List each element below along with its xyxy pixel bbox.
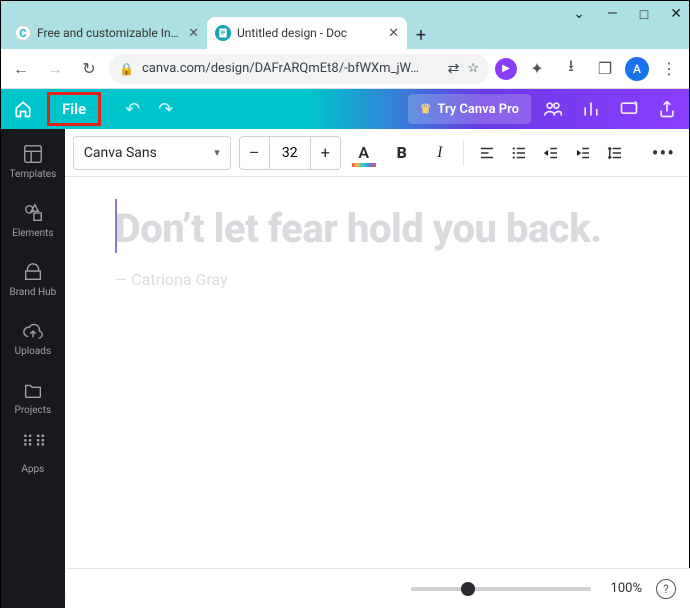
- extensions-icon[interactable]: ✦: [523, 55, 551, 83]
- editor-area: Canva Sans ▾ – 32 + A B I: [65, 129, 689, 608]
- projects-icon: [22, 379, 44, 401]
- quote-placeholder-text[interactable]: Don’t let fear hold you back.: [115, 205, 639, 252]
- present-icon[interactable]: [619, 99, 639, 119]
- font-size-increase-button[interactable]: +: [310, 137, 340, 169]
- toolbar-divider: [463, 140, 464, 166]
- sidebar-item-apps[interactable]: ⠿⠿ Apps: [3, 434, 63, 479]
- tab-title: Untitled design - Doc: [237, 26, 382, 40]
- downloads-icon[interactable]: ⭳: [557, 55, 585, 83]
- profile-avatar[interactable]: A: [625, 57, 649, 81]
- sidebar: Templates Elements Brand Hub Uploads Pro…: [1, 129, 65, 608]
- canvas-viewport[interactable]: Don’t let fear hold you back. — Catriona…: [65, 177, 689, 594]
- browser-tab-active[interactable]: Untitled design - Doc ✕: [207, 17, 407, 49]
- uploads-icon: [22, 320, 44, 342]
- home-icon: [13, 99, 33, 119]
- indent-button[interactable]: [568, 138, 598, 168]
- sidebar-item-label: Elements: [12, 228, 53, 239]
- zoom-slider[interactable]: [411, 587, 591, 591]
- bookmark-star-icon[interactable]: ☆: [467, 61, 479, 76]
- sidebar-item-label: Uploads: [15, 346, 51, 357]
- apps-icon: ⠿⠿: [22, 438, 44, 460]
- share-icon[interactable]: [657, 99, 677, 119]
- analytics-icon[interactable]: [581, 99, 601, 119]
- brand-hub-icon: [22, 261, 44, 283]
- nav-forward-button[interactable]: →: [41, 55, 69, 83]
- window-maximize-icon[interactable]: □: [640, 6, 648, 23]
- media-play-icon[interactable]: ▶: [495, 58, 517, 80]
- spacing-button[interactable]: [600, 138, 630, 168]
- crown-icon: ♛: [420, 102, 432, 117]
- text-toolbar: Canva Sans ▾ – 32 + A B I: [65, 129, 689, 177]
- chevron-down-icon: ▾: [214, 146, 220, 159]
- canva-topbar: File ↶ ↷ ♛ Try Canva Pro: [1, 89, 689, 129]
- collaborators-icon[interactable]: [543, 99, 563, 119]
- font-size-group: – 32 +: [239, 136, 341, 170]
- font-size-decrease-button[interactable]: –: [240, 137, 270, 169]
- sidebar-item-label: Projects: [15, 405, 52, 416]
- sidebar-item-label: Brand Hub: [9, 287, 56, 298]
- font-name: Canva Sans: [84, 145, 157, 161]
- font-size-input[interactable]: 32: [270, 145, 310, 161]
- tab-close-icon[interactable]: ✕: [388, 26, 399, 41]
- try-pro-label: Try Canva Pro: [437, 102, 519, 117]
- file-menu-button[interactable]: File: [47, 92, 101, 126]
- tab-close-icon[interactable]: ✕: [188, 26, 199, 41]
- list-button[interactable]: [504, 138, 534, 168]
- zoom-percent[interactable]: 100%: [611, 581, 642, 596]
- toolbar-more-button[interactable]: •••: [646, 141, 681, 165]
- sidebar-item-elements[interactable]: Elements: [3, 198, 63, 243]
- canva-favicon-icon: C: [15, 25, 31, 41]
- sidebar-item-label: Templates: [9, 169, 56, 180]
- side-panel-icon[interactable]: ❐: [591, 55, 619, 83]
- text-color-letter: A: [358, 143, 369, 162]
- text-cursor: [115, 199, 117, 253]
- try-canva-pro-button[interactable]: ♛ Try Canva Pro: [408, 94, 531, 124]
- help-button[interactable]: ?: [656, 579, 676, 599]
- templates-icon: [22, 143, 44, 165]
- align-button[interactable]: [472, 138, 502, 168]
- home-button[interactable]: [1, 89, 45, 129]
- url-text: canva.com/design/DAFrARQmEt8/-bfWXm_jW…: [142, 61, 440, 76]
- sidebar-item-label: Apps: [21, 464, 44, 475]
- doc-favicon-icon: [215, 25, 231, 41]
- font-family-select[interactable]: Canva Sans ▾: [73, 136, 231, 170]
- bold-button[interactable]: B: [387, 138, 417, 168]
- window-dropdown-icon[interactable]: ⌄: [573, 6, 585, 23]
- quote-author-text[interactable]: — Catriona Gray: [115, 270, 639, 289]
- sidebar-item-templates[interactable]: Templates: [3, 139, 63, 184]
- sidebar-item-brand-hub[interactable]: Brand Hub: [3, 257, 63, 302]
- browser-menu-icon[interactable]: ⋮: [655, 55, 683, 83]
- zoom-slider-knob[interactable]: [461, 582, 475, 596]
- sidebar-item-projects[interactable]: Projects: [3, 375, 63, 420]
- translate-icon[interactable]: ⇄: [448, 61, 460, 77]
- outdent-button[interactable]: [536, 138, 566, 168]
- sidebar-item-uploads[interactable]: Uploads: [3, 316, 63, 361]
- redo-button[interactable]: ↷: [158, 99, 173, 120]
- lock-icon: 🔒: [119, 62, 134, 76]
- document-page[interactable]: Don’t let fear hold you back. — Catriona…: [65, 177, 689, 594]
- new-tab-button[interactable]: +: [407, 21, 435, 49]
- italic-button[interactable]: I: [425, 138, 455, 168]
- undo-button[interactable]: ↶: [125, 99, 140, 120]
- color-stripe-icon: [352, 163, 376, 167]
- window-close-icon[interactable]: ✕: [670, 6, 682, 23]
- browser-tab-inactive[interactable]: C Free and customizable Instag ✕: [7, 17, 207, 49]
- nav-reload-button[interactable]: ↻: [75, 55, 103, 83]
- elements-icon: [22, 202, 44, 224]
- bottom-bar: 100% ?: [67, 568, 690, 608]
- address-bar[interactable]: 🔒 canva.com/design/DAFrARQmEt8/-bfWXm_jW…: [109, 54, 489, 84]
- omnibar: ← → ↻ 🔒 canva.com/design/DAFrARQmEt8/-bf…: [1, 49, 689, 89]
- tab-title: Free and customizable Instag: [37, 26, 182, 40]
- nav-back-button[interactable]: ←: [7, 55, 35, 83]
- window-minimize-icon[interactable]: —: [607, 6, 618, 23]
- text-color-button[interactable]: A: [349, 138, 379, 168]
